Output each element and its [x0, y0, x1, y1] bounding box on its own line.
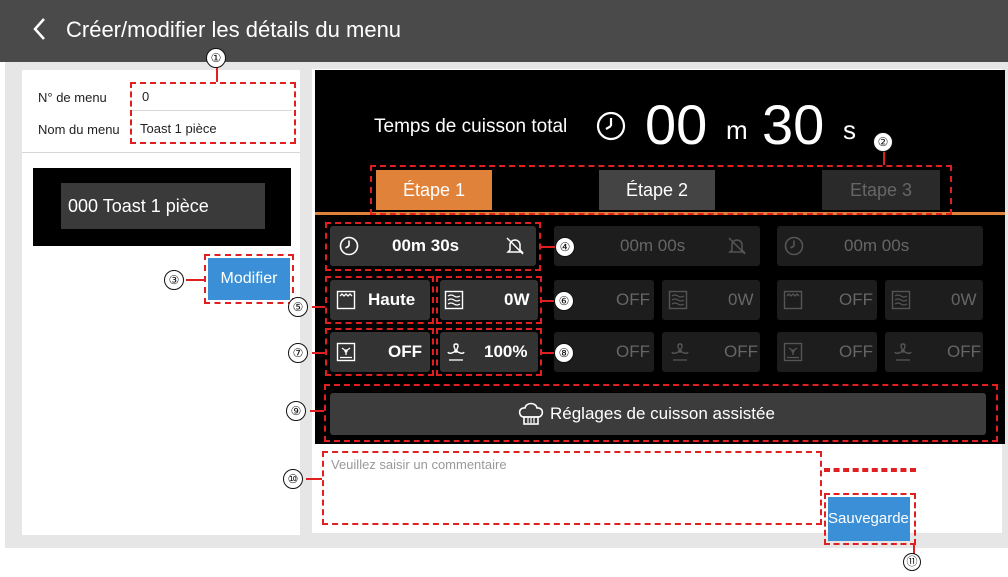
minutes-unit: m — [726, 115, 748, 145]
callout-5: ⑤ — [288, 297, 308, 317]
step3-fan-value: OFF — [947, 342, 981, 361]
page-title: Créer/modifier les détails du menu — [66, 17, 402, 42]
step2-time-value: 00m 00s — [620, 236, 686, 255]
step3-microwave-value: 0W — [951, 290, 977, 309]
clock-icon — [596, 111, 626, 141]
step2-microwave-value: 0W — [728, 290, 754, 309]
callout-box-4 — [325, 222, 541, 271]
top-heater-icon — [783, 290, 803, 310]
microwave-icon — [891, 290, 911, 310]
callout-leader — [310, 410, 324, 412]
fan-icon — [894, 343, 912, 361]
callout-leader — [541, 246, 555, 248]
callout-8: ⑧ — [554, 343, 574, 363]
bell-off-icon — [728, 237, 746, 255]
bottom-heater-icon — [783, 342, 803, 362]
callout-box-6 — [436, 276, 542, 324]
callout-4: ④ — [555, 237, 575, 257]
callout-9: ⑨ — [286, 401, 306, 421]
step3-top-heat-value: OFF — [839, 290, 873, 309]
spacer — [824, 468, 916, 472]
callout-box-5 — [325, 276, 434, 324]
total-cooking-time-label: Temps de cuisson total — [374, 116, 568, 137]
callout-box-11 — [824, 493, 916, 545]
back-chevron-icon[interactable] — [30, 14, 50, 44]
callout-leader — [216, 66, 218, 82]
callout-box-7 — [325, 328, 434, 376]
callout-leader — [186, 279, 204, 281]
divider — [22, 152, 300, 153]
step2-fan-button[interactable]: OFF — [662, 332, 760, 372]
fan-icon — [671, 343, 689, 361]
step3-time-value: 00m 00s — [844, 236, 910, 255]
step3-bottom-heat-value: OFF — [839, 342, 873, 361]
callout-leader — [312, 306, 325, 308]
callout-leader — [883, 151, 885, 165]
step2-bottom-heat-value: OFF — [616, 342, 650, 361]
callout-11: ⑪ — [903, 553, 921, 571]
callout-1: ① — [206, 48, 226, 68]
total-minutes: 00 — [645, 93, 708, 156]
step3-top-heat-button[interactable]: OFF — [777, 280, 877, 320]
step3-time-button[interactable]: 00m 00s — [777, 226, 983, 266]
step2-microwave-button[interactable]: 0W — [662, 280, 760, 320]
callout-box-1 — [130, 82, 296, 144]
callout-box-9 — [324, 384, 998, 442]
step3-microwave-button[interactable]: 0W — [885, 280, 983, 320]
microwave-icon — [668, 290, 688, 310]
callout-box-10 — [322, 451, 822, 525]
step2-time-button[interactable]: 00m 00s — [554, 226, 760, 266]
menu-name-label: Nom du menu — [38, 122, 120, 137]
clock-icon — [784, 236, 804, 256]
step2-fan-value: OFF — [724, 342, 758, 361]
callout-leader — [542, 300, 554, 302]
callout-leader — [312, 352, 325, 354]
seconds-unit: s — [843, 115, 856, 145]
callout-box-3 — [204, 254, 294, 304]
callout-3: ③ — [164, 270, 184, 290]
callout-leader — [542, 352, 554, 354]
callout-6: ⑥ — [554, 291, 574, 311]
callout-box-2 — [370, 165, 952, 215]
menu-number-label: N° de menu — [38, 90, 107, 105]
step2-top-heat-value: OFF — [616, 290, 650, 309]
callout-7: ⑦ — [288, 343, 308, 363]
callout-2: ② — [873, 132, 893, 152]
callout-leader — [306, 478, 322, 480]
step3-fan-button[interactable]: OFF — [885, 332, 983, 372]
callout-10: ⑩ — [283, 469, 303, 489]
menu-preview-label: 000 Toast 1 pièce — [61, 183, 265, 229]
callout-box-8 — [436, 328, 542, 376]
step3-bottom-heat-button[interactable]: OFF — [777, 332, 877, 372]
total-seconds: 30 — [762, 93, 825, 156]
